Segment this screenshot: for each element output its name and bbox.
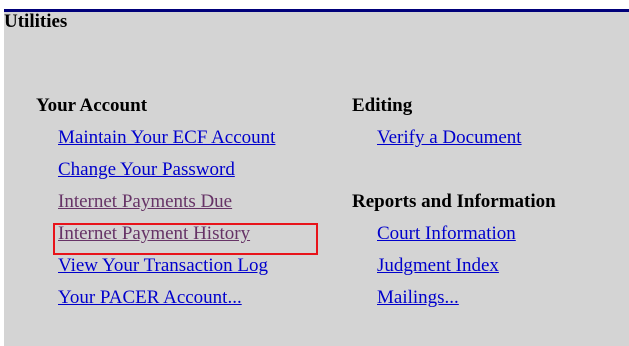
- editing-heading: Editing: [352, 95, 413, 116]
- page-title: Utilities: [4, 11, 68, 32]
- view-transaction-log-link[interactable]: View Your Transaction Log: [58, 255, 268, 287]
- reports-information-heading: Reports and Information: [352, 191, 556, 212]
- verify-document-link[interactable]: Verify a Document: [377, 127, 522, 159]
- judgment-index-link[interactable]: Judgment Index: [377, 255, 499, 287]
- your-account-heading: Your Account: [36, 95, 148, 116]
- change-password-link[interactable]: Change Your Password: [58, 159, 235, 191]
- court-information-link[interactable]: Court Information: [377, 223, 516, 255]
- pacer-account-link[interactable]: Your PACER Account...: [58, 287, 242, 319]
- mailings-link[interactable]: Mailings...: [377, 287, 459, 319]
- column-spacer: [352, 159, 556, 191]
- maintain-ecf-account-link[interactable]: Maintain Your ECF Account: [58, 127, 275, 159]
- editing-reports-section: Editing Verify a Document Reports and In…: [352, 95, 556, 319]
- internet-payments-due-link[interactable]: Internet Payments Due: [58, 191, 232, 223]
- internet-payment-history-link[interactable]: Internet Payment History: [58, 223, 250, 255]
- your-account-section: Your Account Maintain Your ECF Account C…: [36, 95, 275, 319]
